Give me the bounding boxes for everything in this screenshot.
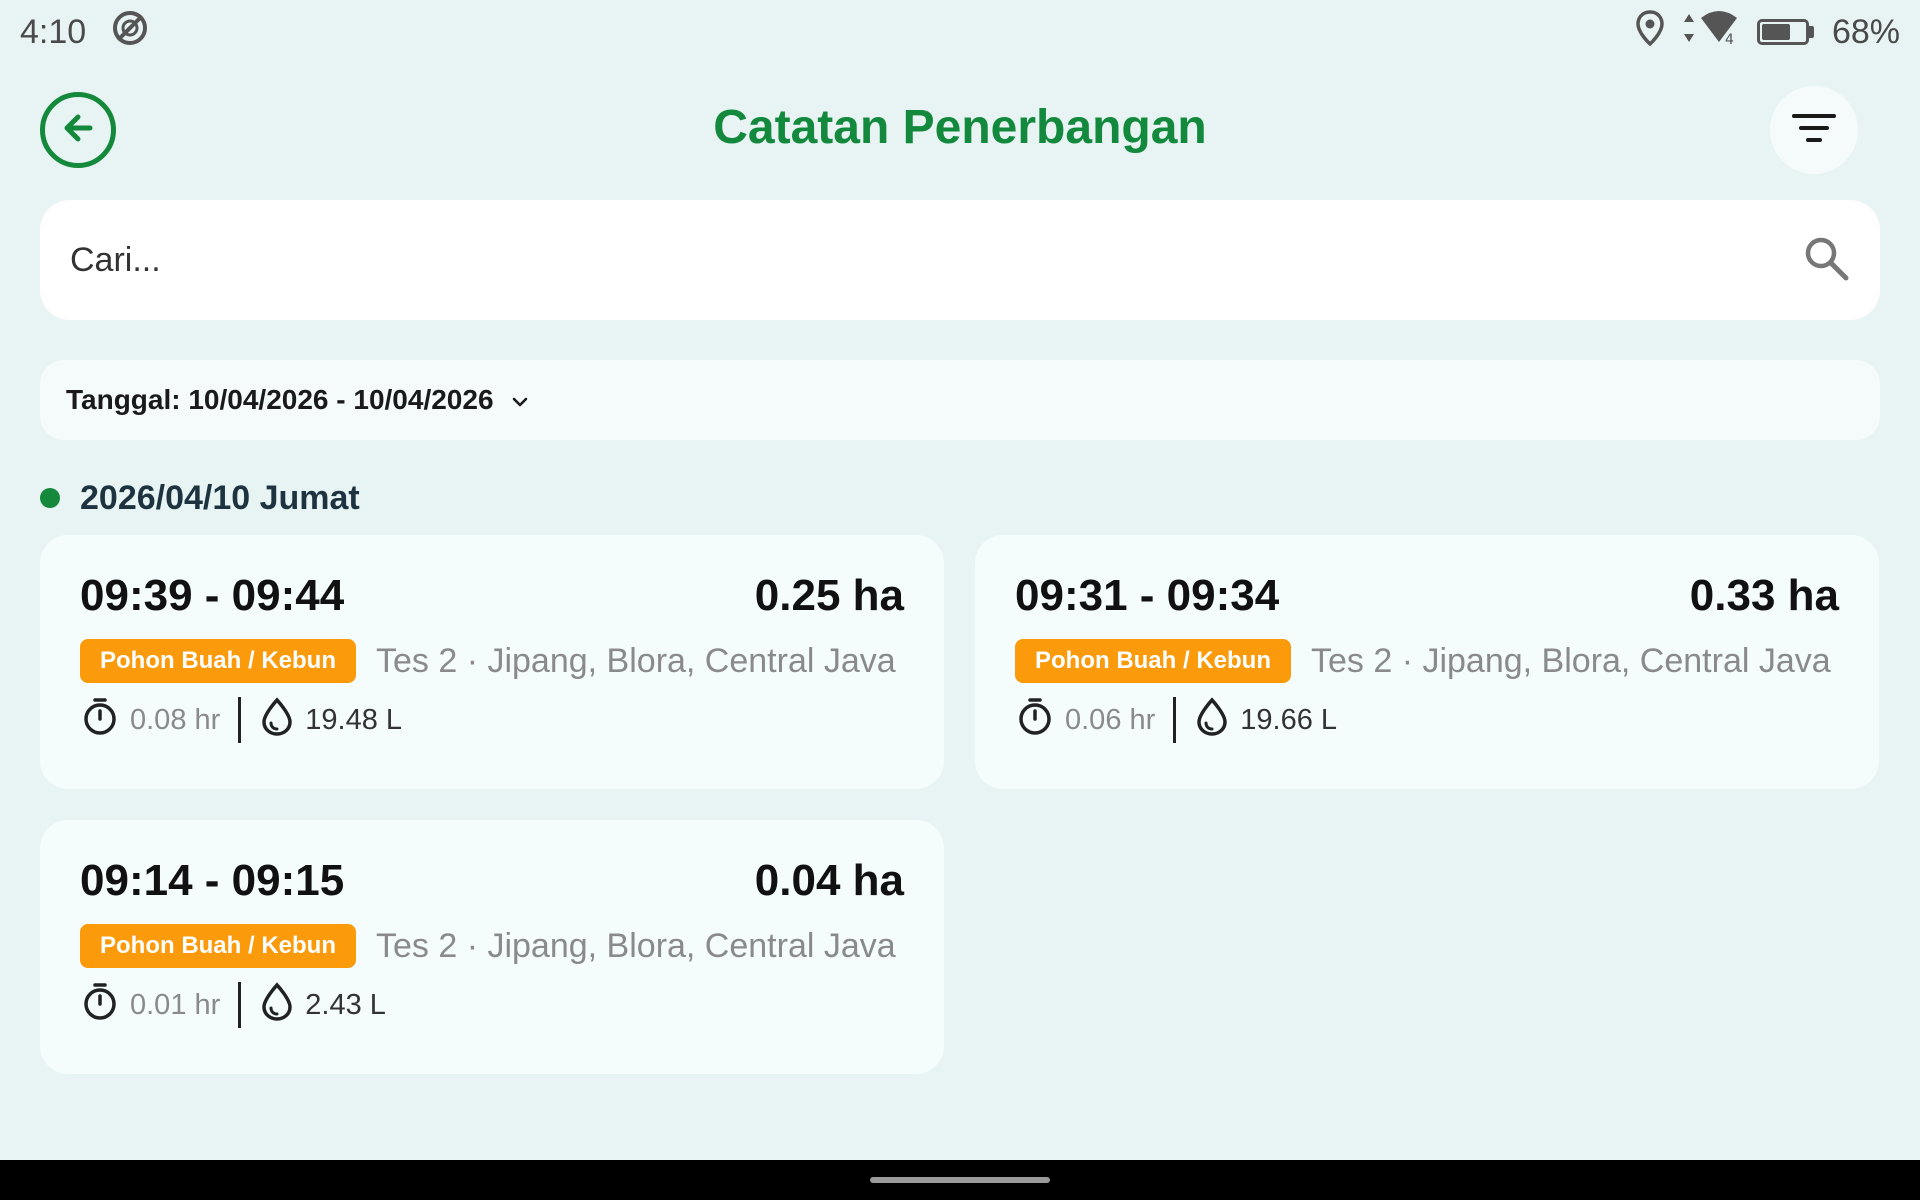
card-details: Pohon Buah / Kebun Tes 2 · Jipang, Blora… <box>1015 639 1839 683</box>
droplet-icon <box>1194 696 1230 744</box>
svg-text:4: 4 <box>1725 32 1734 46</box>
crop-type-tag: Pohon Buah / Kebun <box>80 924 356 968</box>
search-icon[interactable] <box>1802 234 1850 287</box>
area: 0.25 ha <box>754 571 904 620</box>
volume: 19.48 L <box>305 703 403 736</box>
card-header: 09:31 - 09:34 0.33 ha <box>1015 571 1839 621</box>
crop-type-tag: Pohon Buah / Kebun <box>1015 639 1291 683</box>
crop-type-tag: Pohon Buah / Kebun <box>80 639 356 683</box>
card-details: Pohon Buah / Kebun Tes 2 · Jipang, Blora… <box>80 924 904 968</box>
time-range: 09:39 - 09:44 <box>80 571 345 620</box>
area: 0.04 ha <box>754 856 904 905</box>
duration: 0.01 hr <box>130 988 221 1021</box>
page-title: Catatan Penerbangan <box>713 101 1207 154</box>
flight-record-card[interactable]: 09:39 - 09:44 0.25 ha Pohon Buah / Kebun… <box>40 535 944 789</box>
timer-icon <box>80 981 120 1029</box>
flight-record-card[interactable]: 09:14 - 09:15 0.04 ha Pohon Buah / Kebun… <box>40 820 944 1074</box>
battery-tip <box>1808 26 1814 38</box>
card-header: 09:14 - 09:15 0.04 ha <box>80 856 904 906</box>
card-stats: 0.08 hr 19.48 L <box>80 695 402 745</box>
volume: 19.66 L <box>1240 703 1338 736</box>
stat-divider <box>238 982 242 1028</box>
duration: 0.06 hr <box>1065 703 1156 736</box>
navigation-bar <box>0 1160 1920 1200</box>
search-input[interactable] <box>70 240 1802 280</box>
timer-icon <box>1015 696 1055 744</box>
home-indicator[interactable] <box>870 1177 1050 1183</box>
droplet-icon <box>259 696 295 744</box>
filter-icon <box>1792 112 1836 149</box>
header: Catatan Penerbangan <box>0 80 1920 180</box>
time-range: 09:14 - 09:15 <box>80 856 345 905</box>
group-header: 2026/04/10 Jumat <box>40 478 360 518</box>
card-stats: 0.06 hr 19.66 L <box>1015 695 1337 745</box>
status-right: 4 68% <box>1635 9 1900 55</box>
card-stats: 0.01 hr 2.43 L <box>80 980 386 1030</box>
search-box[interactable] <box>40 200 1880 320</box>
volume: 2.43 L <box>305 988 386 1021</box>
date-range-dropdown[interactable]: Tanggal: 10/04/2026 - 10/04/2026 <box>40 360 1880 440</box>
battery-fill <box>1761 24 1791 40</box>
status-left: 4:10 <box>20 8 150 57</box>
droplet-icon <box>259 981 295 1029</box>
filter-button[interactable] <box>1770 86 1858 174</box>
duration: 0.08 hr <box>130 703 221 736</box>
group-dot <box>40 488 60 508</box>
timer-icon <box>80 696 120 744</box>
flight-record-card[interactable]: 09:31 - 09:34 0.33 ha Pohon Buah / Kebun… <box>975 535 1879 789</box>
status-bar: 4:10 4 68% <box>0 0 1920 64</box>
stat-divider <box>1173 697 1177 743</box>
battery-body <box>1756 19 1809 45</box>
sync-icon <box>110 8 150 57</box>
time-range: 09:31 - 09:34 <box>1015 571 1280 620</box>
location-text: Tes 2 · Jipang, Blora, Central Java <box>1310 641 1831 680</box>
card-details: Pohon Buah / Kebun Tes 2 · Jipang, Blora… <box>80 639 904 683</box>
location-icon <box>1635 9 1665 55</box>
date-range-label: Tanggal: 10/04/2026 - 10/04/2026 <box>66 384 494 415</box>
screen: 4:10 4 68% Catatan Penerbangan Cari... T… <box>0 0 1920 1200</box>
card-header: 09:39 - 09:44 0.25 ha <box>80 571 904 621</box>
chevron-down-icon <box>510 384 530 416</box>
location-text: Tes 2 · Jipang, Blora, Central Java <box>375 641 896 680</box>
stat-divider <box>238 697 242 743</box>
status-time: 4:10 <box>20 12 87 51</box>
battery-percent: 68% <box>1831 12 1900 51</box>
battery-icon <box>1756 19 1814 45</box>
group-date: 2026/04/10 Jumat <box>80 478 360 517</box>
signal-icon: 4 <box>1683 10 1739 55</box>
area: 0.33 ha <box>1689 571 1839 620</box>
location-text: Tes 2 · Jipang, Blora, Central Java <box>375 926 896 965</box>
